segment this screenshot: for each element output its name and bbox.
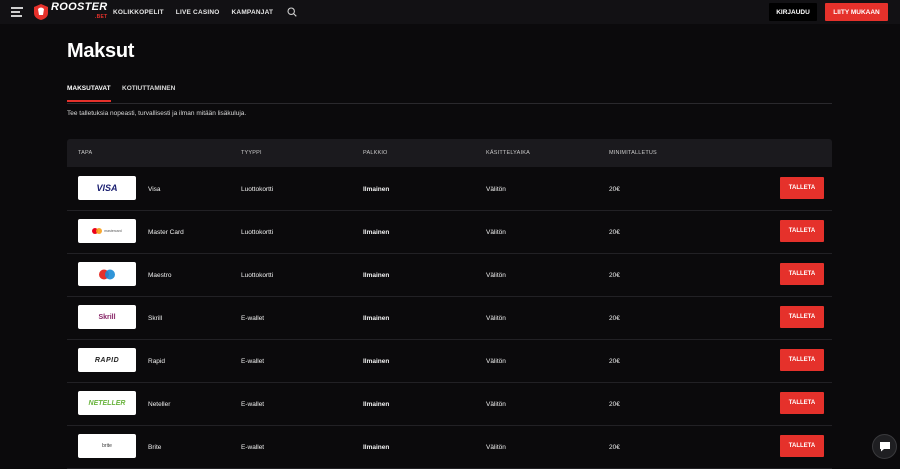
search-icon[interactable] [287,7,297,17]
deposit-button[interactable]: TALLETA [780,435,824,457]
login-button[interactable]: KIRJAUDU [769,3,817,21]
brite-logo-text: brite [102,443,112,449]
method-fee: Ilmainen [363,186,390,193]
method-min: 20€ [609,272,620,279]
method-time: Välitön [486,401,506,408]
method-time: Välitön [486,272,506,279]
skrill-logo-text: Skrill [98,313,116,321]
table-row: mastercard Master Card Luottokortti Ilma… [67,210,832,254]
rapid-logo: RAPID [78,348,136,372]
method-type: E-wallet [241,444,265,451]
table-header: TAPA TYYPPI PALKKIO KÄSITTELYAIKA MINIMI… [67,139,832,167]
method-fee: Ilmainen [363,358,390,365]
chat-bubble-icon [879,442,890,452]
rooster-logo-icon [34,4,48,20]
tab-withdrawals[interactable]: KOTIUTTAMINEN [122,85,175,92]
method-type: E-wallet [241,315,265,322]
chat-icon[interactable] [872,434,897,459]
method-name: Maestro [148,272,172,279]
nav-slots[interactable]: KOLIKKOPELIT [113,9,164,16]
method-type: Luottokortti [241,272,274,279]
col-method: TAPA [78,150,93,156]
deposit-button[interactable]: TALLETA [780,306,824,328]
visa-logo: VISA [78,176,136,200]
method-fee: Ilmainen [363,272,390,279]
table-row: Skrill Skrill E-wallet Ilmainen Välitön … [67,296,832,340]
method-min: 20€ [609,315,620,322]
method-type: Luottokortti [241,229,274,236]
method-name: Rapid [148,358,165,365]
method-time: Välitön [486,229,506,236]
method-min: 20€ [609,358,620,365]
mastercard-logo-text: mastercard [104,229,122,233]
method-name: Neteller [148,401,171,408]
maestro-logo [78,262,136,286]
table-row: Maestro Luottokortti Ilmainen Välitön 20… [67,253,832,297]
top-bar: ROOSTER .BET KOLIKKOPELIT LIVE CASINO KA… [0,0,900,24]
method-min: 20€ [609,401,620,408]
mastercard-circles-icon [92,228,103,234]
table-row: NETELLER Neteller E-wallet Ilmainen Väli… [67,382,832,426]
deposit-button[interactable]: TALLETA [780,392,824,414]
deposit-button[interactable]: TALLETA [780,263,824,285]
method-fee: Ilmainen [363,229,390,236]
table-row: brite Brite E-wallet Ilmainen Välitön 20… [67,425,832,469]
deposit-button[interactable]: TALLETA [780,177,824,199]
mastercard-logo: mastercard [78,219,136,243]
col-min-deposit: MINIMITALLETUS [609,150,657,156]
neteller-logo: NETELLER [78,391,136,415]
main-nav: KOLIKKOPELIT LIVE CASINO KAMPANJAT [113,0,297,24]
menu-icon[interactable] [11,7,23,17]
deposit-button[interactable]: TALLETA [780,349,824,371]
method-fee: Ilmainen [363,315,390,322]
col-type: TYYPPI [241,150,262,156]
nav-live-casino[interactable]: LIVE CASINO [176,9,220,16]
logo-text: ROOSTER .BET [51,2,108,22]
brite-logo: brite [78,434,136,458]
method-time: Välitön [486,444,506,451]
tab-payment-methods[interactable]: MAKSUTAVAT [67,85,111,102]
rapid-logo-text: RAPID [94,356,120,364]
skrill-logo: Skrill [78,305,136,329]
deposit-button[interactable]: TALLETA [780,220,824,242]
table-row: RAPID Rapid E-wallet Ilmainen Välitön 20… [67,339,832,383]
method-name: Master Card [148,229,184,236]
method-fee: Ilmainen [363,401,390,408]
neteller-logo-text: NETELLER [88,399,126,407]
maestro-circles-icon [99,269,115,279]
method-min: 20€ [609,444,620,451]
method-name: Visa [148,186,161,193]
method-type: E-wallet [241,401,265,408]
col-fee: PALKKIO [363,150,388,156]
method-min: 20€ [609,229,620,236]
method-type: Luottokortti [241,186,274,193]
method-type: E-wallet [241,358,265,365]
method-time: Välitön [486,315,506,322]
tab-bar: MAKSUTAVAT KOTIUTTAMINEN [67,83,832,104]
intro-text: Tee talletuksia nopeasti, turvallisesti … [67,110,247,117]
logo-suffix: .BET [94,14,108,20]
method-min: 20€ [609,186,620,193]
method-time: Välitön [486,186,506,193]
method-name: Skrill [148,315,163,322]
method-fee: Ilmainen [363,444,390,451]
col-processing-time: KÄSITTELYAIKA [486,150,530,156]
method-name: Brite [148,444,162,451]
visa-logo-text: VISA [96,183,118,193]
join-button[interactable]: LIITY MUKAAN [825,3,888,21]
page-title: Maksut [67,40,135,62]
method-time: Välitön [486,358,506,365]
table-row: VISA Visa Luottokortti Ilmainen Välitön … [67,167,832,211]
site-logo[interactable]: ROOSTER .BET [33,2,108,22]
nav-campaigns[interactable]: KAMPANJAT [232,9,274,16]
